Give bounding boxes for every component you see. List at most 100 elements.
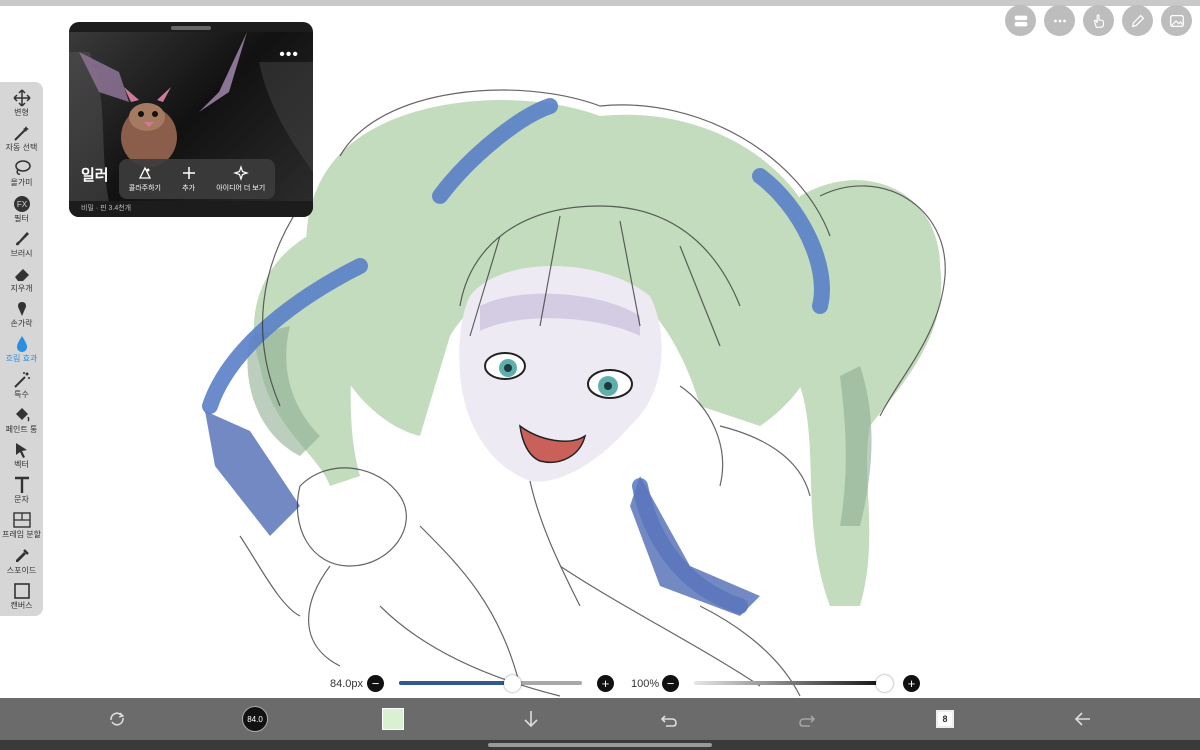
- plus-icon: [182, 167, 195, 179]
- popup-action-bar: 콜라주하기 추가 아이디어 더 보기: [119, 159, 275, 199]
- more-icon: [1053, 19, 1066, 22]
- bucket-icon: [12, 405, 32, 425]
- tool-label: 프레임 분할: [1, 530, 42, 540]
- tool-label: 필터: [14, 213, 29, 223]
- eyedropper-icon: [12, 546, 32, 566]
- brush-sliders: 84.0px − + 100% − +: [0, 672, 1200, 696]
- color-button[interactable]: [380, 706, 406, 732]
- transform-button[interactable]: [104, 706, 130, 732]
- tool-eraser[interactable]: 지우개: [0, 264, 43, 299]
- tool-move[interactable]: 변형: [0, 88, 43, 123]
- text-icon: [12, 475, 32, 495]
- tool-magic-wand[interactable]: 자동 선택: [0, 123, 43, 158]
- drag-handle[interactable]: [171, 26, 211, 30]
- brush-size-indicator: 84.0: [242, 706, 268, 732]
- more-ideas-button[interactable]: 아이디어 더 보기: [216, 165, 265, 193]
- arrow-down-icon: [524, 711, 538, 728]
- tool-sparkle-wand[interactable]: 특수: [0, 370, 43, 405]
- current-color-swatch: [382, 708, 404, 730]
- opacity-slider-handle[interactable]: [876, 675, 893, 692]
- more-button[interactable]: [1044, 5, 1075, 36]
- tool-bucket[interactable]: 페인트 통: [0, 405, 43, 440]
- lasso-icon: [12, 158, 32, 178]
- more-options-button[interactable]: •••: [279, 46, 299, 64]
- undo-button[interactable]: [656, 706, 682, 732]
- board-info: 비밀 · 핀 3.4천개: [69, 201, 313, 217]
- opacity-decrease-button[interactable]: −: [662, 675, 679, 692]
- svg-text:FX: FX: [16, 200, 27, 209]
- brush-icon: [12, 229, 32, 249]
- tool-label: 흐림 효과: [5, 354, 38, 364]
- size-decrease-button[interactable]: −: [367, 675, 384, 692]
- tool-label: 페인트 통: [5, 424, 38, 434]
- tool-label: 벡터: [14, 460, 29, 470]
- reference-window[interactable]: ••• 일러 콜라주하기 추가 아이디어 더 보기 비밀 · 핀 3.4천개: [69, 22, 313, 217]
- tool-sidebar: 변형자동 선택올가미 FX 필터브러시지우개손가락흐림 효과특수페인트 통벡터문자프…: [0, 82, 43, 616]
- eraser-icon: [12, 264, 32, 284]
- controls-icon: [1014, 15, 1027, 26]
- hand-button[interactable]: [1083, 5, 1114, 36]
- opacity-value: 100%: [631, 678, 660, 690]
- tool-label: 자동 선택: [5, 143, 38, 153]
- board-title: 일러: [81, 167, 109, 184]
- undo-icon: [660, 715, 677, 727]
- tool-label: 손가락: [10, 319, 33, 329]
- tool-text[interactable]: 문자: [0, 475, 43, 510]
- tool-lasso[interactable]: 올가미: [0, 158, 43, 193]
- tool-label: 문자: [14, 495, 29, 505]
- tool-label: 지우개: [10, 284, 33, 294]
- size-slider-handle[interactable]: [504, 675, 522, 692]
- fx-icon: FX: [12, 194, 32, 214]
- tool-label: 캔버스: [10, 600, 33, 610]
- move-icon: [12, 88, 32, 108]
- tool-canvas[interactable]: 캔버스: [0, 581, 43, 616]
- cursor-icon: [12, 440, 32, 460]
- gallery-icon: [1169, 14, 1184, 27]
- tool-label: 브러시: [10, 248, 33, 258]
- home-indicator-bar: [0, 740, 1200, 750]
- frame-icon: [12, 510, 32, 530]
- size-increase-button[interactable]: +: [597, 675, 614, 692]
- add-label: 추가: [182, 185, 196, 192]
- pencil-button[interactable]: [1122, 5, 1153, 36]
- redo-button[interactable]: [794, 706, 820, 732]
- collage-icon: [138, 166, 151, 179]
- tool-blur-drop[interactable]: 흐림 효과: [0, 334, 43, 369]
- top-right-controls: [1005, 5, 1192, 36]
- collage-label: 콜라주하기: [128, 185, 161, 192]
- smudge-icon: [12, 299, 32, 319]
- size-slider-fill: [399, 681, 513, 685]
- opacity-increase-button[interactable]: +: [903, 675, 920, 692]
- tool-fx[interactable]: FX 필터: [0, 194, 43, 229]
- tool-label: 스포이드: [6, 565, 37, 575]
- more-ideas-label: 아이디어 더 보기: [216, 185, 266, 192]
- gallery-button[interactable]: [1161, 5, 1192, 36]
- controls-button[interactable]: [1005, 5, 1036, 36]
- tool-smudge[interactable]: 손가락: [0, 299, 43, 334]
- sparkle-wand-icon: [12, 370, 32, 390]
- tool-label: 특수: [14, 389, 29, 399]
- tool-eyedropper[interactable]: 스포이드: [0, 546, 43, 581]
- opacity-slider-track[interactable]: [694, 681, 884, 685]
- layer-count-badge: 8: [936, 710, 954, 728]
- home-indicator[interactable]: [488, 743, 712, 747]
- back-button[interactable]: [1070, 706, 1096, 732]
- canvas-icon: [12, 581, 32, 601]
- brush-size-button[interactable]: 84.0: [242, 706, 268, 732]
- rotate-icon: [110, 712, 125, 726]
- redo-icon: [799, 715, 816, 727]
- collage-button[interactable]: 콜라주하기: [129, 165, 161, 193]
- layers-button[interactable]: 8: [932, 706, 958, 732]
- sparkles-icon: [232, 165, 249, 181]
- save-button[interactable]: [518, 706, 544, 732]
- tool-cursor[interactable]: 벡터: [0, 440, 43, 475]
- tool-brush[interactable]: 브러시: [0, 229, 43, 264]
- tool-frame[interactable]: 프레임 분할: [0, 510, 43, 545]
- blur-drop-icon: [12, 334, 32, 354]
- arrow-left-icon: [1074, 712, 1090, 726]
- magic-wand-icon: [12, 123, 32, 143]
- add-button[interactable]: 추가: [181, 165, 197, 193]
- brush-size-value: 84.0px: [330, 678, 364, 690]
- bottom-toolbar: 84.0 8: [0, 698, 1200, 740]
- tool-label: 올가미: [10, 178, 33, 188]
